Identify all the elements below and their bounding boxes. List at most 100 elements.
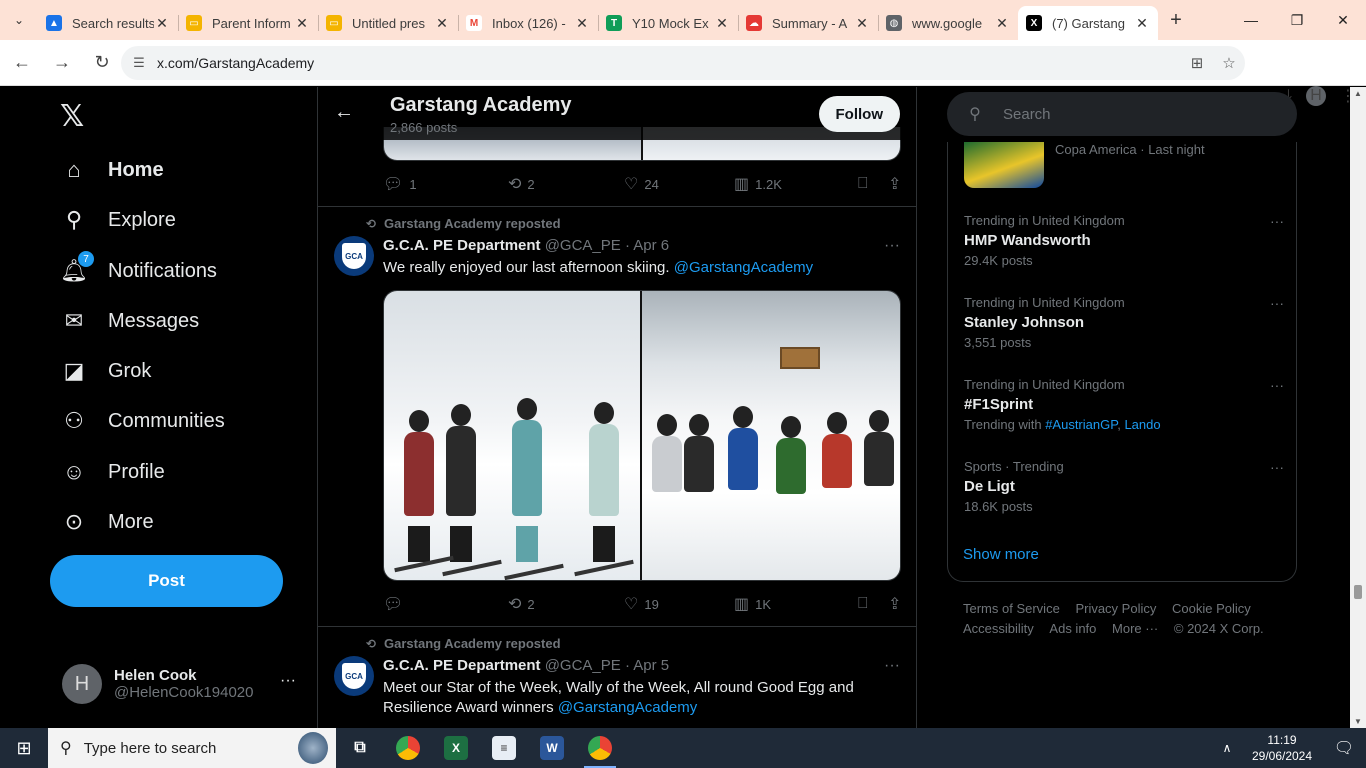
footer-link[interactable]: More ··· (1112, 619, 1158, 639)
nav-explore[interactable]: ⚲ Explore (60, 200, 176, 240)
tweet-author-name[interactable]: G.C.A. PE Department (383, 237, 541, 254)
tweet-meta[interactable]: @GCA_PE · Apr 6 (545, 237, 669, 254)
chrome-taskbar-icon[interactable] (384, 728, 432, 768)
search-box[interactable]: ⚲ (947, 92, 1297, 136)
nav-notifications[interactable]: 🔔︎ 7 Notifications (60, 251, 217, 291)
more-dots-icon[interactable]: ··· (1270, 377, 1284, 393)
excel-taskbar-icon[interactable]: X (432, 728, 480, 768)
views-button[interactable]: ▥ 1.2K (734, 174, 858, 194)
restore-icon[interactable]: ❐ (1274, 0, 1320, 40)
windows-start-icon[interactable]: ⊞ (0, 728, 48, 768)
word-taskbar-icon[interactable]: W (528, 728, 576, 768)
tweet-author-name[interactable]: G.C.A. PE Department (383, 657, 541, 674)
tweet-more-icon[interactable]: ··· (884, 237, 900, 255)
task-view-icon[interactable]: ⧉ (336, 728, 384, 768)
trend-tag-link[interactable]: Lando (1124, 417, 1160, 432)
share-icon[interactable]: ⇪ (888, 594, 901, 614)
trend-item[interactable]: Sports · Trending De Ligt 18.6K posts ··… (964, 459, 1284, 514)
more-dots-icon[interactable]: ··· (1270, 459, 1284, 475)
more-dots-icon[interactable]: ··· (1270, 295, 1284, 311)
close-tab-icon[interactable]: ✕ (154, 15, 170, 32)
repost-button[interactable]: ⟲ 2 (508, 174, 624, 194)
notification-center-icon[interactable]: 🗨︎ (1322, 738, 1366, 758)
nav-profile[interactable]: ☺ Profile (60, 452, 165, 492)
close-tab-icon[interactable]: ✕ (574, 15, 590, 32)
reload-icon[interactable]: ↻ (84, 45, 120, 81)
nav-home[interactable]: ⌂ Home (60, 150, 163, 190)
browser-tab[interactable]: ▲ Search results ✕ (38, 6, 178, 40)
trend-item[interactable]: Trending in United Kingdom HMP Wandswort… (964, 213, 1284, 268)
back-arrow-icon[interactable]: ← (334, 101, 354, 124)
browser-tab[interactable]: ▭ Parent Inform ✕ (178, 6, 318, 40)
tweet-avatar[interactable]: GCA (334, 236, 374, 276)
tweet-more-icon[interactable]: ··· (884, 657, 900, 675)
tab-search-menu-icon[interactable]: ⌄ (0, 0, 38, 40)
more-dots-icon[interactable]: ··· (280, 672, 296, 690)
scroll-down-icon[interactable]: ▼ (1350, 717, 1366, 726)
nav-messages[interactable]: ✉ Messages (60, 301, 199, 341)
close-tab-icon[interactable]: ✕ (294, 15, 310, 32)
close-tab-icon[interactable]: ✕ (994, 15, 1010, 32)
trend-thumbnail[interactable] (964, 142, 1044, 188)
post-button[interactable]: Post (50, 555, 283, 607)
mention-link[interactable]: @GarstangAcademy (674, 259, 813, 276)
page-scrollbar[interactable]: ▲ ▼ (1350, 87, 1366, 728)
browser-tab[interactable]: ◍ www.google ✕ (878, 6, 1018, 40)
close-tab-icon[interactable]: ✕ (434, 15, 450, 32)
like-button[interactable]: ♡ 24 (624, 174, 734, 194)
x-logo-icon[interactable]: 𝕏 (60, 99, 84, 134)
footer-link[interactable]: Accessibility (963, 619, 1034, 639)
forward-icon[interactable]: → (44, 45, 80, 81)
nav-more[interactable]: ⊙ More (60, 502, 154, 542)
bookmark-icon[interactable]: ⎕ (858, 595, 888, 613)
mention-link[interactable]: @GarstangAcademy (558, 699, 697, 716)
browser-tab[interactable]: T Y10 Mock Ex ✕ (598, 6, 738, 40)
browser-tab[interactable]: M Inbox (126) - ✕ (458, 6, 598, 40)
close-tab-icon[interactable]: ✕ (1134, 15, 1150, 32)
footer-link[interactable]: Terms of Service (963, 599, 1060, 619)
ski-photo-left[interactable] (384, 291, 642, 580)
reply-button[interactable]: 💬︎ 1 (383, 174, 508, 194)
tweet-avatar[interactable]: GCA (334, 656, 374, 696)
more-dots-icon[interactable]: ··· (1270, 213, 1284, 229)
nav-communities[interactable]: ⚇ Communities (60, 401, 225, 441)
install-app-icon[interactable]: ⊞ (1181, 54, 1213, 72)
close-window-icon[interactable]: ✕ (1320, 0, 1366, 40)
views-button[interactable]: ▥ 1K (734, 594, 858, 614)
bookmark-icon[interactable]: ⎕ (858, 175, 888, 193)
repost-context[interactable]: ⟲ Garstang Academy reposted (360, 216, 561, 231)
taskbar-search[interactable]: ⚲ Type here to search (48, 728, 336, 768)
close-tab-icon[interactable]: ✕ (854, 15, 870, 32)
omnibox[interactable]: ☰ x.com/GarstangAcademy ⊞ ☆ (121, 46, 1245, 80)
trend-item[interactable]: Trending in United Kingdom #F1Sprint Tre… (964, 377, 1284, 432)
tweet-media[interactable] (383, 290, 901, 581)
back-icon[interactable]: ← (4, 45, 40, 81)
tray-chevron-icon[interactable]: ∧ (1212, 741, 1242, 755)
file-taskbar-icon[interactable]: ≡ (480, 728, 528, 768)
reply-button[interactable]: 💬︎ (383, 594, 508, 614)
search-input[interactable] (1003, 105, 1297, 123)
site-info-icon[interactable]: ☰ (121, 55, 157, 71)
repost-button[interactable]: ⟲ 2 (508, 594, 624, 614)
footer-link[interactable]: Ads info (1049, 619, 1096, 639)
follow-button[interactable]: Follow (818, 96, 900, 132)
trend-tag-link[interactable]: #AustrianGP (1045, 417, 1117, 432)
like-button[interactable]: ♡ 19 (624, 594, 734, 614)
trend-item[interactable]: Trending in United Kingdom Stanley Johns… (964, 295, 1284, 350)
nav-grok[interactable]: ◪ Grok (60, 351, 152, 391)
footer-link[interactable]: Cookie Policy (1172, 599, 1251, 619)
repost-context[interactable]: ⟲ Garstang Academy reposted (360, 636, 561, 651)
chrome-active-taskbar-icon[interactable] (576, 728, 624, 768)
tweet-meta[interactable]: @GCA_PE · Apr 5 (545, 657, 669, 674)
new-tab-icon[interactable]: + (1158, 9, 1194, 32)
bookmark-star-icon[interactable]: ☆ (1213, 54, 1245, 72)
scrollbar-thumb[interactable] (1354, 585, 1362, 599)
show-more-link[interactable]: Show more (963, 546, 1039, 563)
ski-photo-right[interactable] (642, 291, 900, 580)
clock[interactable]: 11:19 29/06/2024 (1242, 732, 1322, 764)
browser-tab[interactable]: ☁ Summary - A ✕ (738, 6, 878, 40)
minimize-icon[interactable]: — (1228, 0, 1274, 40)
close-tab-icon[interactable]: ✕ (714, 15, 730, 32)
browser-tab[interactable]: ▭ Untitled pres ✕ (318, 6, 458, 40)
share-icon[interactable]: ⇪ (888, 174, 901, 194)
